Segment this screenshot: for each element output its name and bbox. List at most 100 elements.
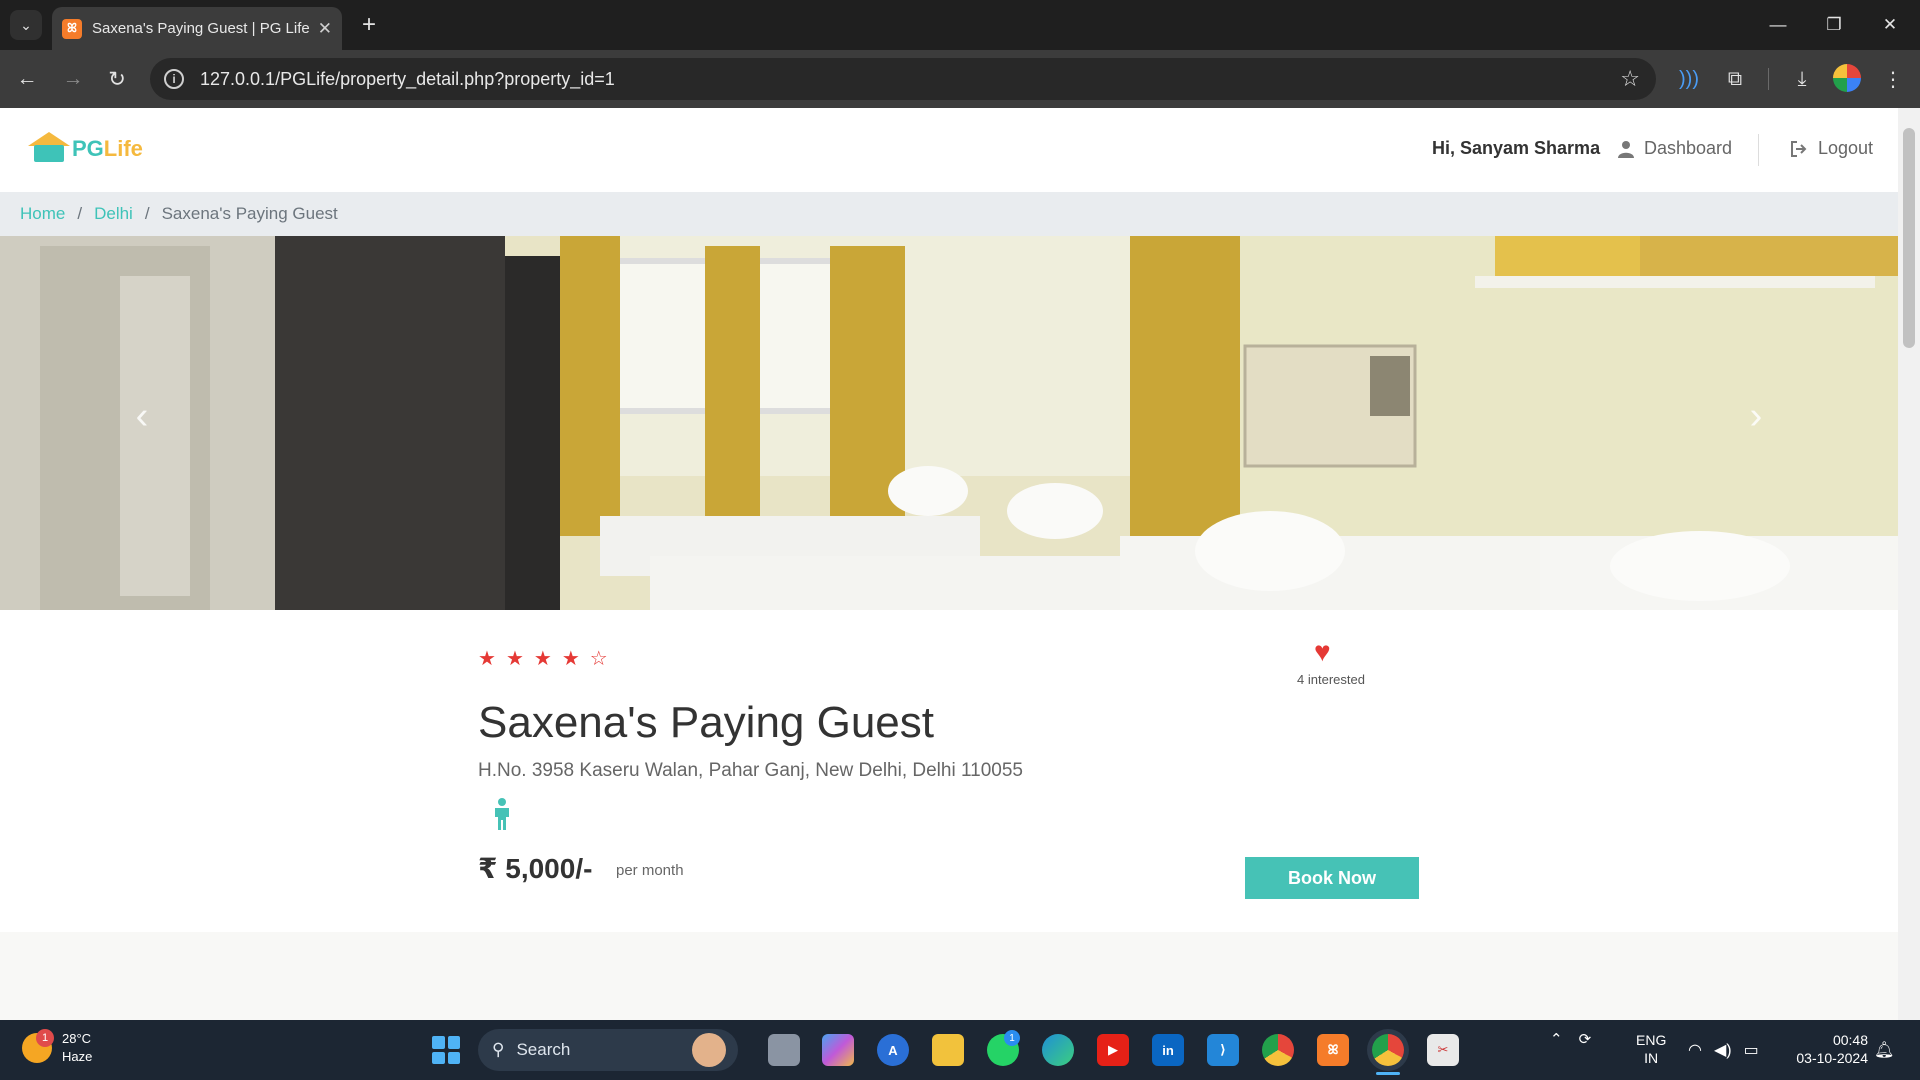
system-tray: ⌃ ⟳ xyxy=(1550,1030,1591,1048)
chrome-active-icon[interactable] xyxy=(1372,1034,1404,1066)
logout-link[interactable]: Logout xyxy=(1790,138,1873,159)
notification-bell-icon[interactable]: 🔔︎ xyxy=(1874,1040,1894,1060)
breadcrumb-separator: / xyxy=(144,204,150,223)
copilot-icon[interactable] xyxy=(822,1034,854,1066)
restore-button[interactable]: ❐ xyxy=(1814,10,1854,40)
logout-label: Logout xyxy=(1818,138,1874,158)
bookmark-star-icon[interactable]: ☆ xyxy=(1620,66,1640,92)
breadcrumb-current: Saxena's Paying Guest xyxy=(161,204,338,223)
heart-icon[interactable]: ♥ xyxy=(1314,636,1331,668)
logo-text-pg: PG xyxy=(72,136,104,161)
app-store-icon[interactable]: A xyxy=(877,1034,909,1066)
sign-out-icon xyxy=(1791,140,1807,157)
price-unit: per month xyxy=(616,862,684,879)
snipping-tool-icon[interactable]: ✂ xyxy=(1427,1034,1459,1066)
minimize-button[interactable]: — xyxy=(1758,10,1798,40)
sync-icon[interactable]: ⟳ xyxy=(1579,1030,1592,1048)
tab-close-icon[interactable]: ✕ xyxy=(318,19,332,39)
breadcrumb-separator: / xyxy=(77,204,83,223)
dashboard-label: Dashboard xyxy=(1644,138,1733,158)
youtube-icon[interactable]: ▶ xyxy=(1097,1034,1129,1066)
property-name: Saxena's Paying Guest xyxy=(478,698,935,747)
downloads-icon[interactable]: ⤓ xyxy=(1785,62,1819,96)
chrome-icon[interactable] xyxy=(1262,1034,1294,1066)
volume-icon: ◀) xyxy=(1713,1042,1732,1059)
star-filled-icon: ★ xyxy=(478,648,496,670)
carousel-prev-icon[interactable]: ‹ xyxy=(122,395,162,437)
carousel-next-icon[interactable]: › xyxy=(1736,395,1776,437)
xampp-icon[interactable]: ꕤ xyxy=(1317,1034,1349,1066)
property-details: ★ ★ ★ ★ ☆ ♥ 4 interested Saxena's Paying… xyxy=(0,610,1898,932)
weather-temp: 28°C xyxy=(62,1031,92,1046)
address-bar[interactable]: i 127.0.0.1/PGLife/property_detail.php?p… xyxy=(150,58,1656,100)
scrollbar-thumb[interactable] xyxy=(1903,128,1915,348)
taskbar-search[interactable]: ⚲ Search xyxy=(478,1029,738,1071)
property-price: ₹ 5,000/- xyxy=(478,853,593,884)
new-tab-button[interactable]: + xyxy=(354,10,384,40)
forward-button[interactable]: → xyxy=(56,62,90,96)
whatsapp-badge: 1 xyxy=(1004,1030,1020,1046)
xampp-favicon-icon: ꕤ xyxy=(62,18,82,39)
house-logo-icon xyxy=(28,132,70,162)
tray-overflow-chevron-icon[interactable]: ⌃ xyxy=(1550,1030,1563,1048)
wifi-icon: ◠ xyxy=(1688,1042,1702,1059)
breadcrumb-home[interactable]: Home xyxy=(20,204,65,224)
weather-badge: 1 xyxy=(36,1029,54,1047)
clock[interactable]: 00:48 03-10-2024 xyxy=(1782,1031,1868,1067)
language-indicator[interactable]: ENG IN xyxy=(1636,1031,1666,1067)
clock-time: 00:48 xyxy=(1832,1032,1868,1048)
browser-menu-icon[interactable]: ⋮ xyxy=(1876,62,1910,96)
task-view-icon[interactable] xyxy=(768,1034,800,1066)
site-navbar: PG Life Hi, Sanyam Sharma Dashboard Logo… xyxy=(0,108,1898,192)
pglife-logo[interactable]: PG Life xyxy=(28,132,143,162)
tab-search-chevron-icon[interactable]: ⌄ xyxy=(10,10,42,40)
weather-desc: Haze xyxy=(62,1049,93,1064)
profile-avatar[interactable] xyxy=(1833,64,1861,92)
user-greeting: Hi, Sanyam Sharma xyxy=(1432,138,1601,158)
logo-text-life: Life xyxy=(103,136,143,161)
linkedin-icon[interactable]: in xyxy=(1152,1034,1184,1066)
breadcrumb-city[interactable]: Delhi xyxy=(94,204,133,224)
browser-tab-active[interactable]: ꕤ Saxena's Paying Guest | PG Life ✕ xyxy=(52,7,342,50)
star-filled-icon: ★ xyxy=(505,648,524,670)
toolbar-divider xyxy=(1768,68,1769,90)
star-filled-icon: ★ xyxy=(561,648,580,670)
room-photo xyxy=(0,236,1898,610)
lang-code: ENG xyxy=(1636,1032,1667,1048)
file-explorer-icon[interactable] xyxy=(932,1034,964,1066)
back-button[interactable]: ← xyxy=(10,62,44,96)
breadcrumb: Home / Delhi / Saxena's Paying Guest xyxy=(0,192,1898,236)
user-icon xyxy=(1618,140,1634,158)
clock-date: 03-10-2024 xyxy=(1796,1050,1868,1066)
property-address: H.No. 3958 Kaseru Walan, Pahar Ganj, New… xyxy=(478,760,1023,781)
property-image-carousel[interactable]: ‹ › xyxy=(0,236,1898,610)
window-close-button[interactable]: ✕ xyxy=(1870,10,1910,40)
extensions-icon[interactable]: ⧉ xyxy=(1718,62,1752,96)
active-app-indicator xyxy=(1376,1072,1400,1075)
search-highlight-image xyxy=(692,1033,726,1067)
edge-icon[interactable] xyxy=(1042,1034,1074,1066)
star-empty-icon: ☆ xyxy=(589,648,608,670)
page-lower-section xyxy=(0,932,1898,1020)
search-label: Search xyxy=(516,1040,571,1059)
weather-sun-icon: 1 xyxy=(22,1029,54,1063)
reload-button[interactable]: ↻ xyxy=(100,62,134,96)
battery-icon: ▭ xyxy=(1743,1042,1759,1059)
nav-divider xyxy=(1758,134,1759,166)
search-icon: ⚲ xyxy=(492,1040,505,1059)
read-aloud-icon[interactable]: ))) xyxy=(1672,62,1706,96)
site-info-icon[interactable]: i xyxy=(164,69,184,89)
interested-count: 4 interested xyxy=(1297,672,1365,687)
vscode-icon[interactable]: ⟩ xyxy=(1207,1034,1239,1066)
weather-widget[interactable]: 1 28°C Haze xyxy=(22,1029,93,1066)
windows-start-icon[interactable] xyxy=(432,1036,460,1064)
star-filled-icon: ★ xyxy=(533,648,552,670)
url-text: 127.0.0.1/PGLife/property_detail.php?pro… xyxy=(200,68,615,89)
web-page: PG Life Hi, Sanyam Sharma Dashboard Logo… xyxy=(0,108,1898,1020)
lang-region: IN xyxy=(1644,1050,1659,1066)
male-icon xyxy=(492,798,512,835)
tray-status-icons[interactable]: ◠ ◀) ▭ xyxy=(1688,1040,1759,1060)
dashboard-link[interactable]: Dashboard xyxy=(1618,138,1732,159)
book-now-button[interactable]: Book Now xyxy=(1245,857,1419,899)
rating-stars: ★ ★ ★ ★ ☆ xyxy=(478,646,608,671)
